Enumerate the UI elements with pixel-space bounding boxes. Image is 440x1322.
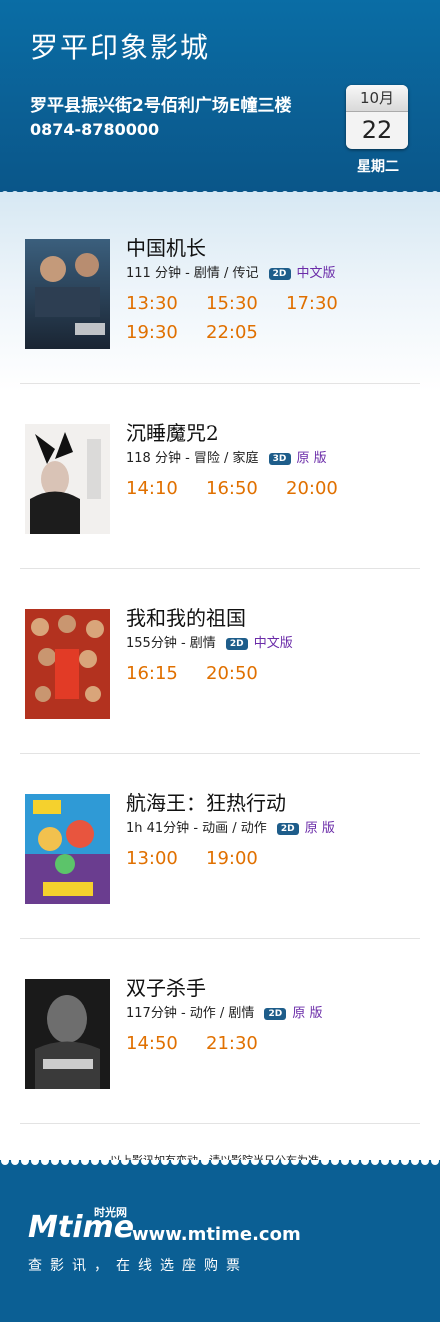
movie-title[interactable]: 中国机长 — [126, 232, 206, 261]
website-link[interactable]: www.mtime.com — [132, 1224, 301, 1245]
format-badge: 2D — [225, 637, 248, 650]
showtime-button[interactable]: 14:10 — [126, 478, 206, 499]
movie-meta: 117分钟 - 动作 / 剧情 2D 原 版 — [126, 1002, 323, 1021]
movie-duration-genre: 117分钟 - 动作 / 剧情 — [126, 1006, 255, 1021]
movie-title[interactable]: 我和我的祖国 — [126, 602, 246, 631]
showtime-button[interactable]: 16:15 — [126, 663, 206, 684]
showtime-button[interactable]: 20:50 — [206, 663, 286, 684]
ticket-edge-bottom — [0, 1160, 440, 1170]
movie-meta: 118 分钟 - 冒险 / 家庭 3D 原 版 — [126, 447, 327, 466]
cinema-header: 罗平印象影城 罗平县振兴街2号佰利广场E幢三楼 0874-8780000 10月… — [0, 0, 440, 196]
showtime-button[interactable]: 13:00 — [126, 848, 206, 869]
poster-image[interactable] — [25, 609, 110, 719]
movie-meta: 155分钟 - 剧情 2D 中文版 — [126, 632, 293, 651]
showtime-button[interactable]: 15:30 — [206, 293, 286, 314]
movie-item[interactable]: 中国机长 111 分钟 - 剧情 / 传记 2D 中文版 13:30 15:30 17:… — [0, 199, 440, 384]
poster-image[interactable] — [25, 424, 110, 534]
cinema-name: 罗平印象影城 — [30, 31, 211, 64]
movie-item[interactable]: 双子杀手 117分钟 - 动作 / 剧情 2D 原 版 14:50 21:30 — [0, 939, 440, 1124]
format-badge: 2D — [276, 822, 299, 835]
mtime-footer: Mtime 时光网 www.mtime.com 查影讯，在线选座购票 — [0, 1160, 440, 1322]
showtimes: 14:50 21:30 — [126, 1033, 426, 1062]
calendar-date-icon: 10月 22 — [346, 85, 408, 149]
movie-item[interactable]: 航海王：狂热行动 1h 41分钟 - 动画 / 动作 2D 原 版 13:00 19:… — [0, 754, 440, 939]
showtime-button[interactable]: 14:50 — [126, 1033, 206, 1054]
showtimes: 13:30 15:30 17:30 19:30 22:05 — [126, 293, 426, 351]
version-label: 原 版 — [304, 821, 335, 836]
movie-duration-genre: 155分钟 - 剧情 — [126, 636, 216, 651]
logo-subtitle: 时光网 — [94, 1206, 127, 1219]
format-badge: 3D — [268, 452, 291, 465]
movie-duration-genre: 118 分钟 - 冒险 / 家庭 — [126, 451, 259, 466]
showtime-button[interactable]: 17:30 — [286, 293, 366, 314]
movie-item[interactable]: 沉睡魔咒2 118 分钟 - 冒险 / 家庭 3D 原 版 14:10 16:50 20… — [0, 384, 440, 569]
poster-image[interactable] — [25, 979, 110, 1089]
format-badge: 2D — [264, 1007, 287, 1020]
showtimes-page: 罗平印象影城 罗平县振兴街2号佰利广场E幢三楼 0874-8780000 10月… — [0, 0, 440, 1322]
movie-duration-genre: 1h 41分钟 - 动画 / 动作 — [126, 821, 267, 836]
showtimes: 13:00 19:00 — [126, 848, 426, 877]
format-badge: 2D — [268, 267, 291, 280]
version-label: 原 版 — [296, 451, 327, 466]
movie-duration-genre: 111 分钟 - 剧情 / 传记 — [126, 266, 259, 281]
date-day: 22 — [346, 112, 408, 148]
footer-slogan: 查影讯，在线选座购票 — [28, 1258, 248, 1274]
movie-meta: 1h 41分钟 - 动画 / 动作 2D 原 版 — [126, 817, 335, 836]
movie-title[interactable]: 沉睡魔咒2 — [126, 417, 219, 446]
cinema-phone[interactable]: 0874-8780000 — [30, 120, 159, 139]
cinema-address: 罗平县振兴街2号佰利广场E幢三楼 — [30, 96, 292, 116]
showtimes: 14:10 16:50 20:00 — [126, 478, 426, 507]
showtimes: 16:15 20:50 — [126, 663, 426, 692]
showtime-button[interactable]: 16:50 — [206, 478, 286, 499]
showtime-button[interactable]: 19:00 — [206, 848, 286, 869]
movie-item[interactable]: 我和我的祖国 155分钟 - 剧情 2D 中文版 16:15 20:50 — [0, 569, 440, 754]
poster-image[interactable] — [25, 239, 110, 349]
movie-title[interactable]: 双子杀手 — [126, 972, 206, 1001]
date-month: 10月 — [346, 85, 408, 112]
poster-image[interactable] — [25, 794, 110, 904]
showtime-button[interactable]: 19:30 — [126, 322, 206, 343]
date-weekday: 星期二 — [357, 159, 399, 175]
divider — [20, 1123, 420, 1124]
version-label: 中文版 — [253, 636, 293, 651]
showtime-button[interactable]: 22:05 — [206, 322, 286, 343]
version-label: 原 版 — [292, 1006, 323, 1021]
mtime-logo[interactable]: Mtime 时光网 — [28, 1206, 134, 1245]
showtime-button[interactable]: 13:30 — [126, 293, 206, 314]
movie-title[interactable]: 航海王：狂热行动 — [126, 787, 286, 816]
version-label: 中文版 — [296, 266, 336, 281]
movie-meta: 111 分钟 - 剧情 / 传记 2D 中文版 — [126, 262, 336, 281]
showtime-button[interactable]: 21:30 — [206, 1033, 286, 1054]
showtime-button[interactable]: 20:00 — [286, 478, 366, 499]
